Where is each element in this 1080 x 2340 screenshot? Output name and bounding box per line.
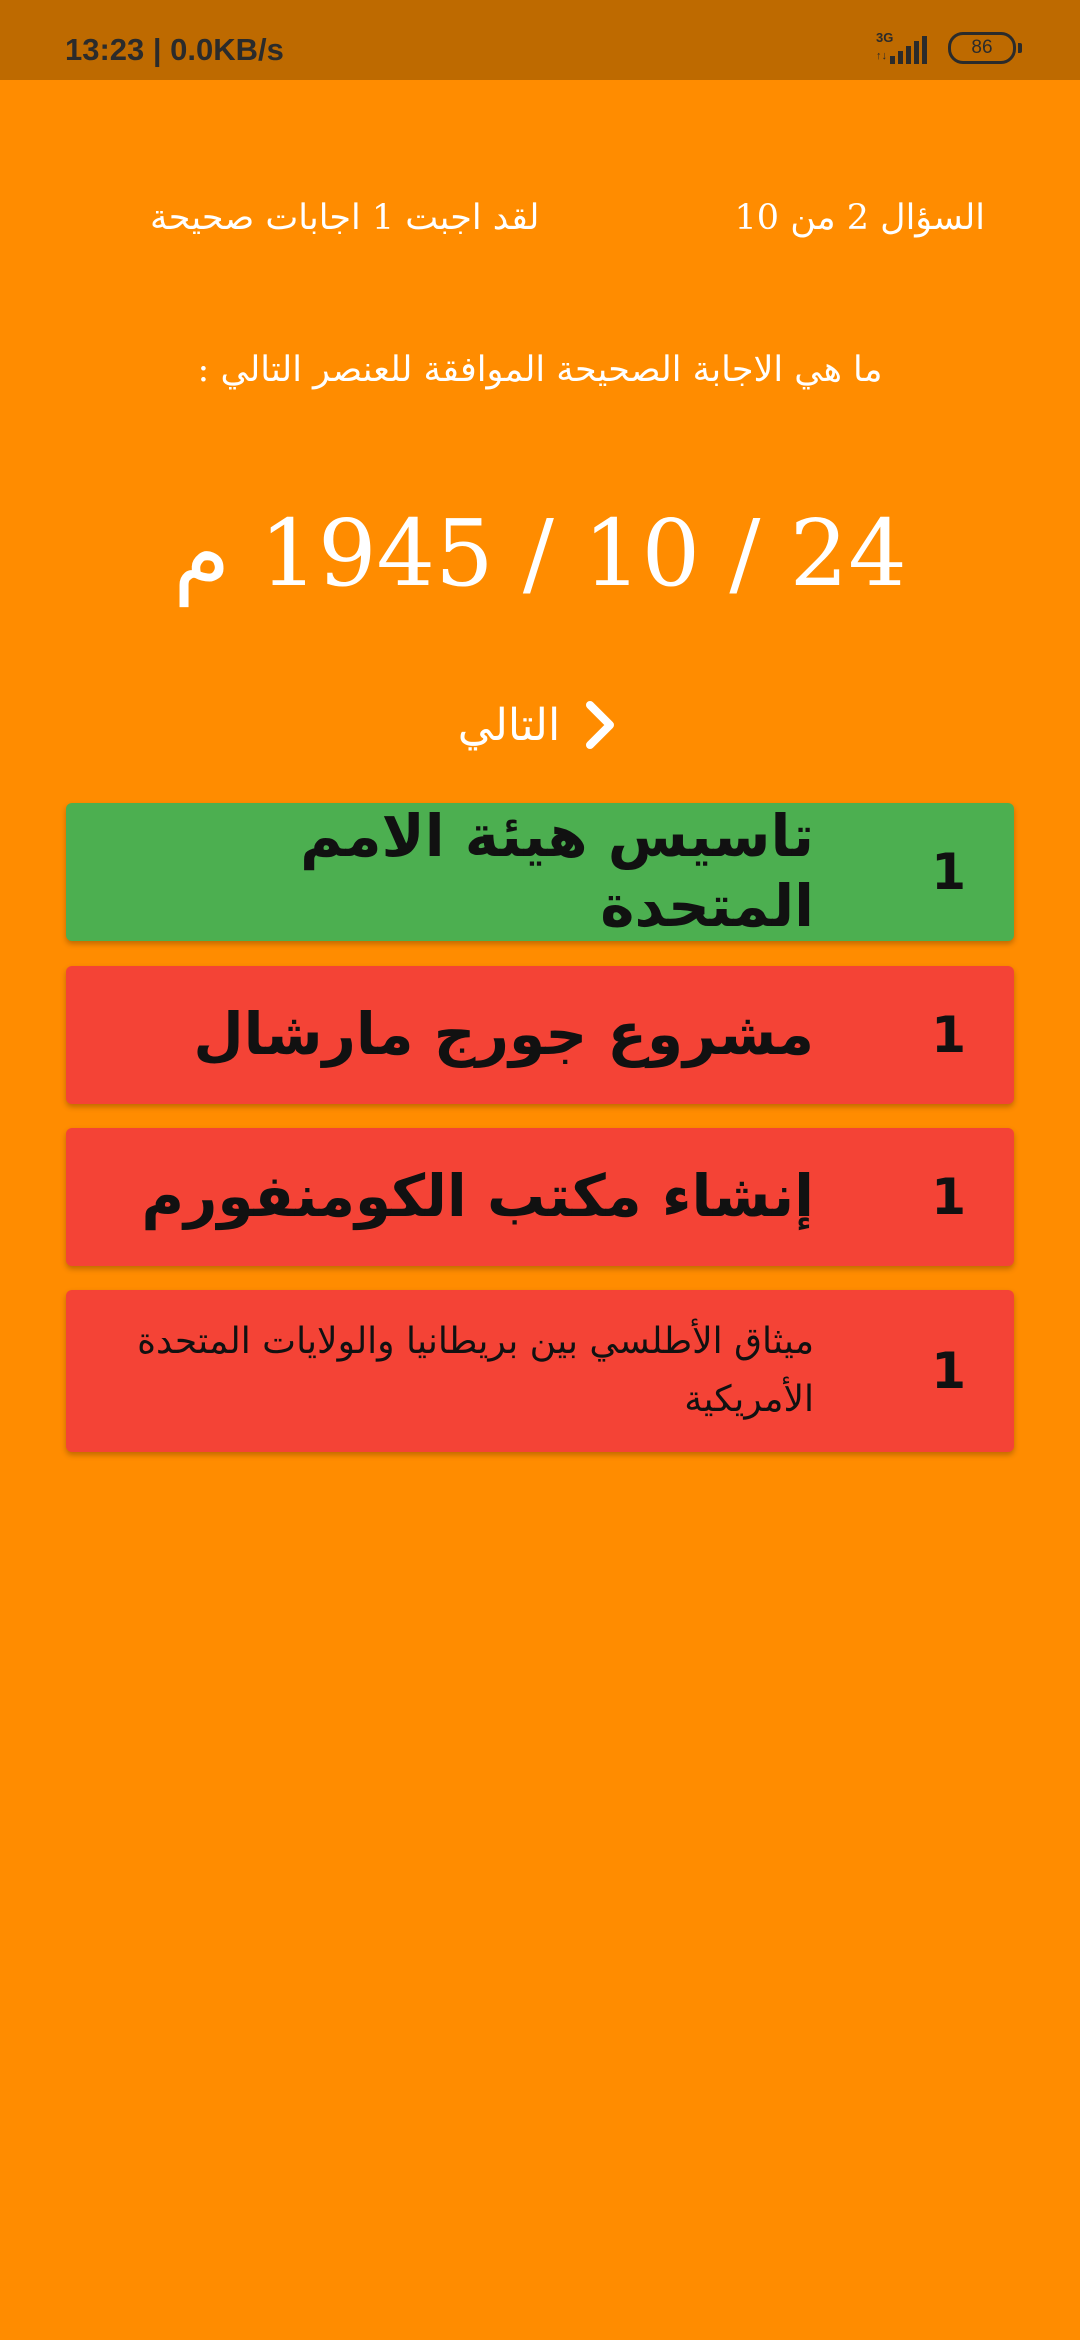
score-text: لقد اجبت 1 اجابات صحيحة — [150, 198, 540, 238]
next-button[interactable]: التالي — [430, 680, 650, 770]
answer-option-4[interactable]: 1 ميثاق الأطلسي بين بريطانيا والولايات ا… — [66, 1290, 1014, 1452]
answer-option-3[interactable]: 1 إنشاء مكتب الكومنفورم — [66, 1128, 1014, 1266]
answer-text: تاسيس هيئة الامم المتحدة — [300, 802, 814, 940]
answer-text: إنشاء مكتب الكومنفورم — [141, 1162, 814, 1231]
question-counter: السؤال 2 من 10 — [734, 198, 985, 238]
answer-text: مشروع جورج مارشال — [193, 1000, 814, 1069]
answer-number: 1 — [931, 1168, 966, 1226]
answer-option-1[interactable]: 1 تاسيس هيئة الامم المتحدة — [66, 802, 1014, 941]
question-prompt: ما هي الاجابة الصحيحة الموافقة للعنصر ال… — [197, 350, 883, 390]
status-icons: 3G ↑↓ 86 — [876, 28, 1022, 68]
chevron-right-icon — [586, 701, 615, 749]
status-time: 13:23 | 0.0KB/s — [65, 32, 284, 67]
battery-icon: 86 — [948, 32, 1022, 64]
battery-level: 86 — [971, 37, 993, 58]
question-subject: 24 / 10 / 1945 م — [173, 500, 907, 607]
answer-number: 1 — [931, 1006, 966, 1064]
signal-icon: 3G ↑↓ — [876, 30, 934, 66]
network-activity-icon: ↑↓ — [876, 50, 887, 62]
answer-option-2[interactable]: 1 مشروع جورج مارشال — [66, 966, 1014, 1104]
battery-tip — [1018, 43, 1022, 53]
answer-number: 1 — [931, 1342, 966, 1400]
next-label: التالي — [457, 699, 561, 751]
answer-text: ميثاق الأطلسي بين بريطانيا والولايات الم… — [137, 1321, 814, 1420]
answer-number: 1 — [931, 843, 966, 901]
status-bar: 13:23 | 0.0KB/s 3G ↑↓ 86 — [0, 0, 1080, 80]
signal-bars-icon — [890, 36, 927, 64]
